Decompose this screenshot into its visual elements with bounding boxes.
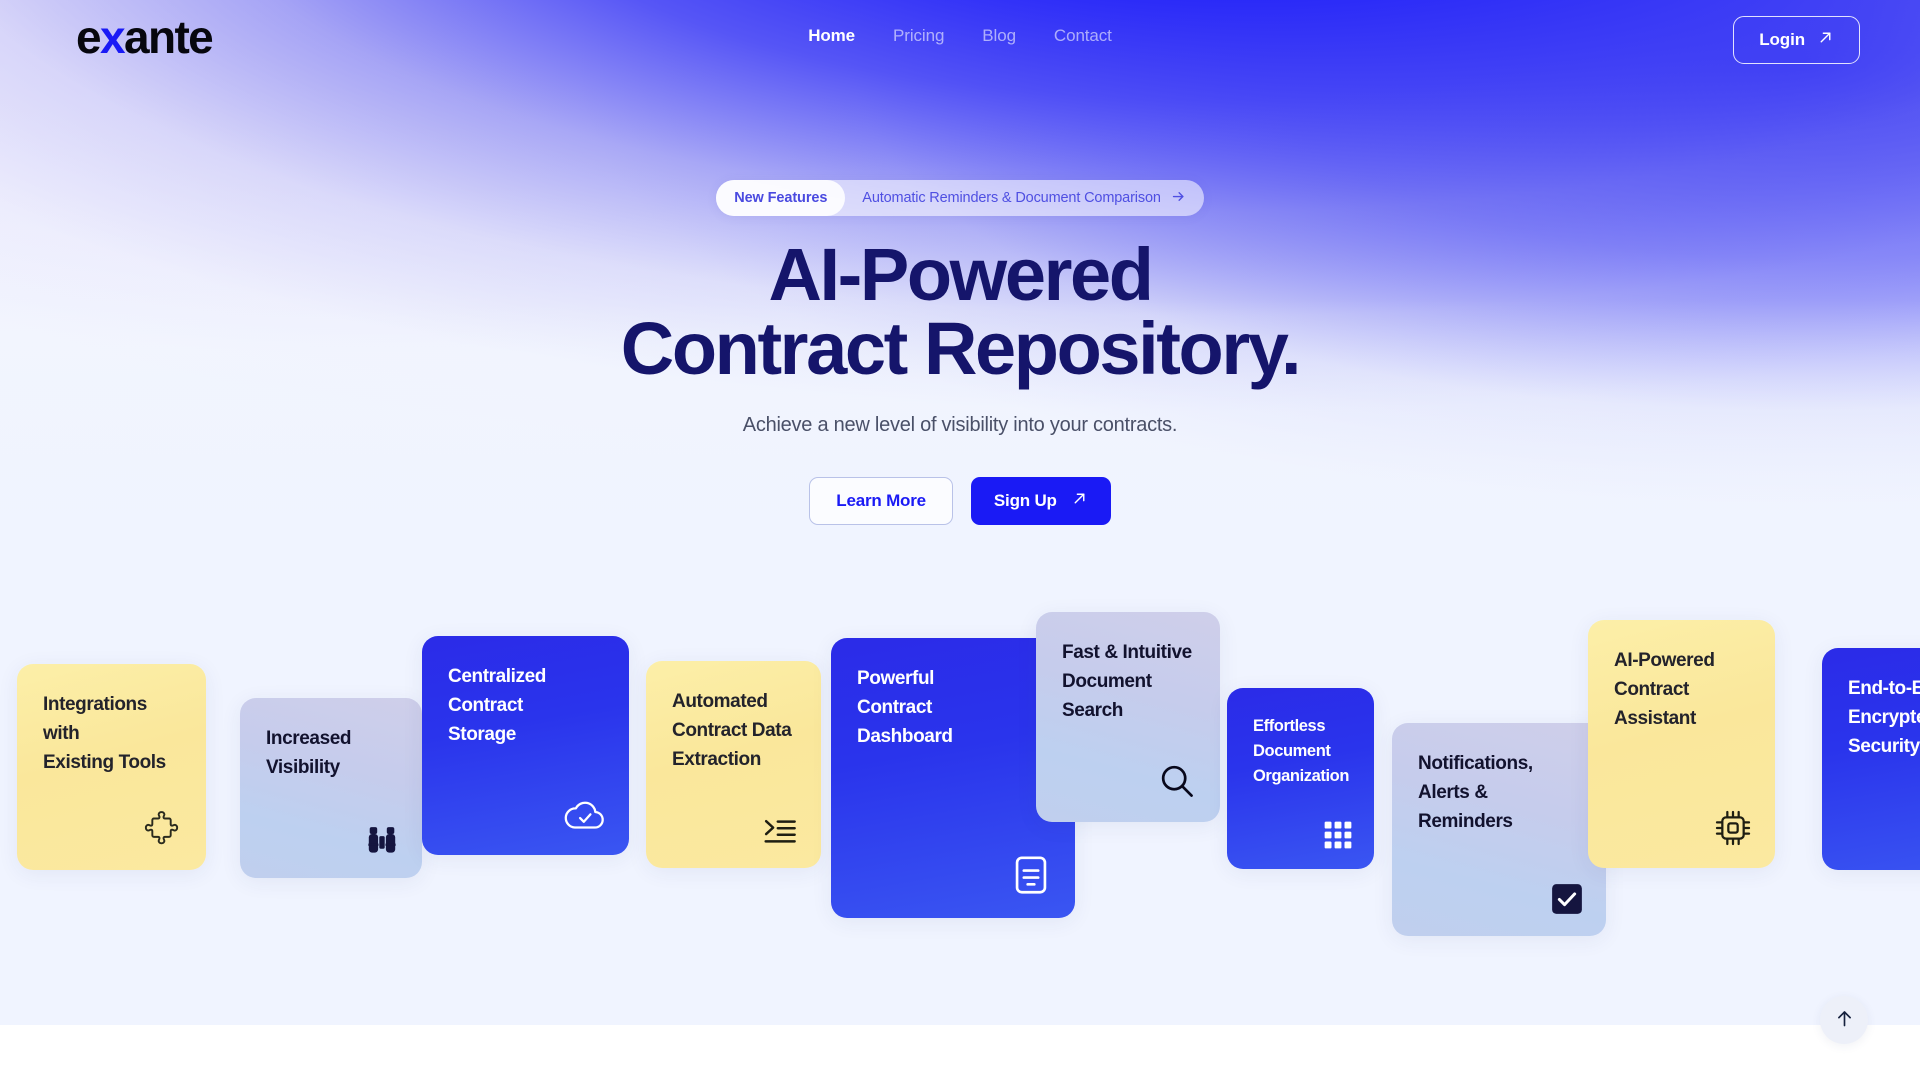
feature-card-title: Centralized Contract Storage <box>448 666 547 745</box>
feature-card-title: End-to-End Encrypted Security <box>1848 678 1920 757</box>
hero-cta-row: Learn More Sign Up <box>809 477 1111 525</box>
feature-card-search[interactable]: Fast & Intuitive Document Search <box>1036 612 1220 822</box>
headline-line-1: AI-Powered <box>768 233 1153 316</box>
learn-more-button[interactable]: Learn More <box>809 477 953 525</box>
top-navigation-bar: exante Home Pricing Blog Contact Login <box>0 0 1920 82</box>
feature-card-integrations[interactable]: Integrations with Existing Tools <box>17 664 206 870</box>
feature-card-visibility[interactable]: Increased Visibility <box>240 698 422 878</box>
list-extract-icon <box>755 804 799 848</box>
arrow-up-right-icon <box>1817 29 1834 51</box>
nav-link-pricing[interactable]: Pricing <box>893 25 944 47</box>
feature-card-title: Powerful Contract Dashboard <box>857 668 953 747</box>
nav-links: Home Pricing Blog Contact <box>0 25 1920 47</box>
login-button[interactable]: Login <box>1733 16 1860 64</box>
feature-card-storage[interactable]: Centralized Contract Storage <box>422 636 629 855</box>
brand-logo[interactable]: exante <box>76 11 214 63</box>
cloud-check-icon <box>563 791 607 835</box>
feature-card-title: Notifications, Alerts & Reminders <box>1418 753 1533 832</box>
page-title: AI-Powered Contract Repository. <box>620 238 1302 390</box>
logo-text-part1: e <box>76 11 102 63</box>
new-features-tag: New Features <box>716 180 846 216</box>
scroll-to-top-button[interactable] <box>1820 996 1868 1044</box>
magnifier-icon <box>1154 758 1198 802</box>
hero-subheadline: Achieve a new level of visibility into y… <box>742 414 1178 436</box>
feature-card-notifications[interactable]: Notifications, Alerts & Reminders <box>1392 723 1606 936</box>
dashboard-document-icon <box>1009 854 1053 898</box>
feature-card-title: Effortless Document Organization <box>1253 717 1350 785</box>
feature-card-title: Fast & Intuitive Document Search <box>1062 642 1192 721</box>
arrow-up-icon <box>1834 1008 1855 1032</box>
feature-card-title: Increased Visibility <box>266 728 352 778</box>
landing-page: exante Home Pricing Blog Contact Login N… <box>0 0 1920 1080</box>
feature-card-ai-assistant[interactable]: AI-Powered Contract Assistant <box>1588 620 1775 868</box>
nav-link-contact[interactable]: Contact <box>1054 25 1112 47</box>
login-button-label: Login <box>1759 30 1805 49</box>
feature-card-title: Integrations with Existing Tools <box>43 694 166 773</box>
new-features-banner[interactable]: New Features Automatic Reminders & Docum… <box>716 180 1204 216</box>
logo-x-accent: x <box>99 11 126 63</box>
grid-icon <box>1308 805 1352 849</box>
nav-link-blog[interactable]: Blog <box>982 25 1016 47</box>
binoculars-icon <box>356 814 400 858</box>
new-features-description: Automatic Reminders & Document Compariso… <box>845 189 1185 208</box>
feature-card-extraction[interactable]: Automated Contract Data Extraction <box>646 661 821 868</box>
nav-link-home[interactable]: Home <box>808 25 855 47</box>
arrow-up-right-icon <box>1071 490 1088 512</box>
feature-card-organization[interactable]: Effortless Document Organization <box>1227 688 1374 869</box>
new-features-text: Automatic Reminders & Document Compariso… <box>862 190 1161 206</box>
feature-card-title: Automated Contract Data Extraction <box>672 691 792 770</box>
sign-up-button[interactable]: Sign Up <box>970 477 1111 525</box>
feature-card-title: AI-Powered Contract Assistant <box>1614 650 1715 729</box>
cpu-chip-icon <box>1709 804 1753 848</box>
checkbox-checked-icon <box>1540 872 1584 916</box>
feature-card-security[interactable]: End-to-End Encrypted Security <box>1822 648 1920 870</box>
puzzle-piece-icon <box>140 806 184 850</box>
sign-up-button-label: Sign Up <box>993 491 1057 510</box>
arrow-right-icon <box>1171 189 1186 208</box>
headline-line-2: Contract Repository. <box>620 307 1302 390</box>
logo-text-part2: ante <box>123 11 214 63</box>
